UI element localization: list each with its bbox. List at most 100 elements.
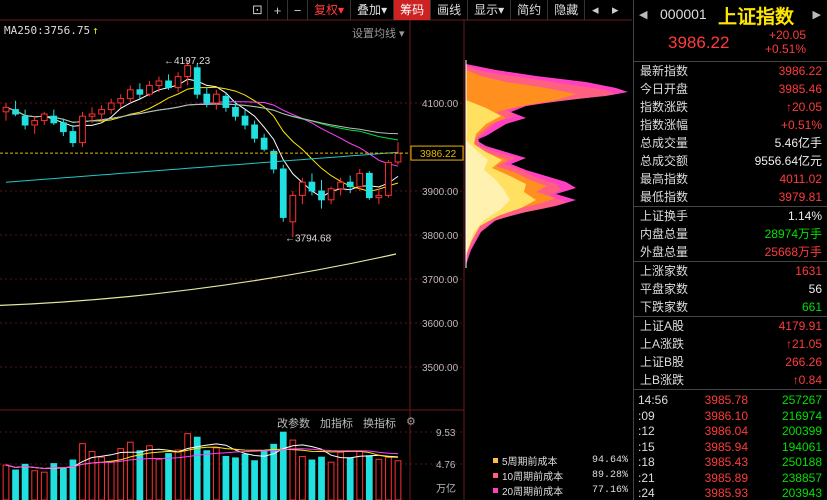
cost-color-10 <box>493 473 498 478</box>
candle-body <box>21 115 29 126</box>
stat-label: 上证换手 <box>640 209 689 223</box>
tick-time: :12 <box>638 424 655 438</box>
price-tick-label: 4100.00 <box>422 99 459 110</box>
stat-label: 上证B股 <box>640 355 685 369</box>
chips-button[interactable]: 筹码 <box>394 0 432 20</box>
lock-icon[interactable]: ⊡ <box>248 0 268 20</box>
settings-gear-icon[interactable]: ⚙ <box>405 415 417 431</box>
candle <box>251 120 258 143</box>
volume-tick-label: 9.53 <box>436 428 456 439</box>
overlay-button[interactable]: 叠加▾ <box>351 0 395 20</box>
high-annotation: ←4197.23 <box>164 56 211 67</box>
stat-row: 指数涨跌 ↑20.05 <box>634 98 827 116</box>
cost-color-5 <box>493 458 498 463</box>
candle <box>365 171 373 200</box>
stat-label: 下跌家数 <box>640 300 689 314</box>
tick-price: 3985.78 <box>704 393 748 407</box>
tick-price: 3985.93 <box>704 486 748 500</box>
candle-body <box>346 181 354 188</box>
candle-body <box>385 161 392 196</box>
current-price-tag: 3986.22 <box>420 149 457 160</box>
arrow-left-icon: ← <box>164 56 174 67</box>
volume-bar <box>232 457 239 500</box>
chart-toolbar: ⊡ + − 复权▾ 叠加▾ 筹码 画线 显示▾ 简约 隐藏 ◂ ▸ <box>248 0 632 20</box>
stat-row: 上涨家数 1631 <box>634 262 827 280</box>
stat-value: ↑0.84 <box>792 373 822 387</box>
adjust-button[interactable]: 复权▾ <box>308 0 352 20</box>
volume-bar <box>50 463 58 500</box>
ma-indicator: MA250:3756.75 ↑ <box>4 24 99 37</box>
candle-body <box>308 181 316 192</box>
ma250-label: MA250:3756.75 <box>4 24 91 37</box>
stat-label: 外盘总量 <box>640 245 689 259</box>
zoom-out-icon[interactable]: − <box>288 0 308 20</box>
candle-body <box>289 194 297 223</box>
price-tick-label: 3800.00 <box>422 231 459 242</box>
tick-volume: 257267 <box>781 393 822 407</box>
hide-button[interactable]: 隐藏 <box>548 0 586 20</box>
candle-body <box>69 131 77 144</box>
stat-label: 上B涨跌 <box>640 373 685 387</box>
tick-time: :21 <box>638 470 655 485</box>
candle <box>193 63 201 99</box>
tick-table[interactable]: 14:56 3985.78 257267:09 3986.10 216974:12 398… <box>634 390 827 500</box>
candle <box>346 175 354 194</box>
stat-row: 最新指数 3986.22 <box>634 62 827 80</box>
candle <box>21 109 29 130</box>
volume-bar <box>117 448 125 500</box>
volume-bar <box>79 443 86 500</box>
tick-price: 3986.04 <box>704 424 748 438</box>
candle-body <box>50 115 58 124</box>
cost-row-20: 20周期前成本 77.16% <box>493 483 628 498</box>
volume-tabs: 改参数 加指标 换指标 ⚙ <box>276 415 417 431</box>
volume-bar <box>31 470 39 500</box>
simple-button[interactable]: 简约 <box>511 0 549 20</box>
prev-icon[interactable]: ◂ <box>585 0 605 20</box>
candle-body <box>31 120 39 126</box>
stat-value: 1.14% <box>787 209 822 223</box>
next-stock-icon[interactable]: ▶ <box>813 8 821 21</box>
volume-bar <box>21 463 29 500</box>
arrow-left-icon: ← <box>285 233 295 244</box>
change-param-tab[interactable]: 改参数 <box>276 415 311 431</box>
chip-distribution <box>465 60 628 268</box>
tick-price: 3985.94 <box>704 439 748 454</box>
stat-label: 指数涨幅 <box>640 118 689 132</box>
draw-line-button[interactable]: 画线 <box>431 0 469 20</box>
ma120-line <box>5 151 399 183</box>
stat-row: 下跌家数 661 <box>634 298 827 316</box>
candle <box>212 89 220 110</box>
candle <box>136 83 144 99</box>
volume-bar <box>308 459 316 500</box>
stat-row: 平盘家数 56 <box>634 280 827 298</box>
quote-header: ◀ 000001 上证指数 ▶ 3986.22 +20.05 +0.51% <box>634 0 827 62</box>
candle <box>299 177 306 205</box>
volume-bar <box>136 450 144 500</box>
display-button[interactable]: 显示▾ <box>468 0 512 20</box>
candle-body <box>270 150 278 170</box>
stat-row: 总成交量 5.46亿手 <box>634 134 827 152</box>
stat-value: 4011.02 <box>779 172 823 186</box>
add-indicator-tab[interactable]: 加指标 <box>319 415 354 431</box>
prev-stock-icon[interactable]: ◀ <box>639 8 647 21</box>
candle <box>289 191 297 238</box>
candle-body <box>260 137 268 150</box>
stat-value: ↑21.05 <box>785 337 822 351</box>
stats-breadth: 上涨家数 1631 平盘家数 56 下跌家数 661 <box>634 262 827 317</box>
volume-bar <box>59 468 67 500</box>
stat-label: 内盘总量 <box>640 227 689 241</box>
volume-bar <box>203 450 211 500</box>
stat-value: ↑20.05 <box>785 100 822 114</box>
tick-volume: 238857 <box>781 470 822 485</box>
volume-bar <box>222 455 230 500</box>
volume-bar <box>98 456 105 500</box>
stat-label: 上A涨跌 <box>640 337 685 351</box>
candle-body <box>193 67 201 95</box>
next-icon[interactable]: ▸ <box>605 0 625 20</box>
candle-body <box>375 194 383 199</box>
switch-indicator-tab[interactable]: 换指标 <box>362 415 397 431</box>
candle <box>69 125 77 147</box>
setting-ma-button[interactable]: 设置均线 ▾ <box>352 25 405 41</box>
volume-bar <box>279 431 287 500</box>
zoom-in-icon[interactable]: + <box>268 0 288 20</box>
